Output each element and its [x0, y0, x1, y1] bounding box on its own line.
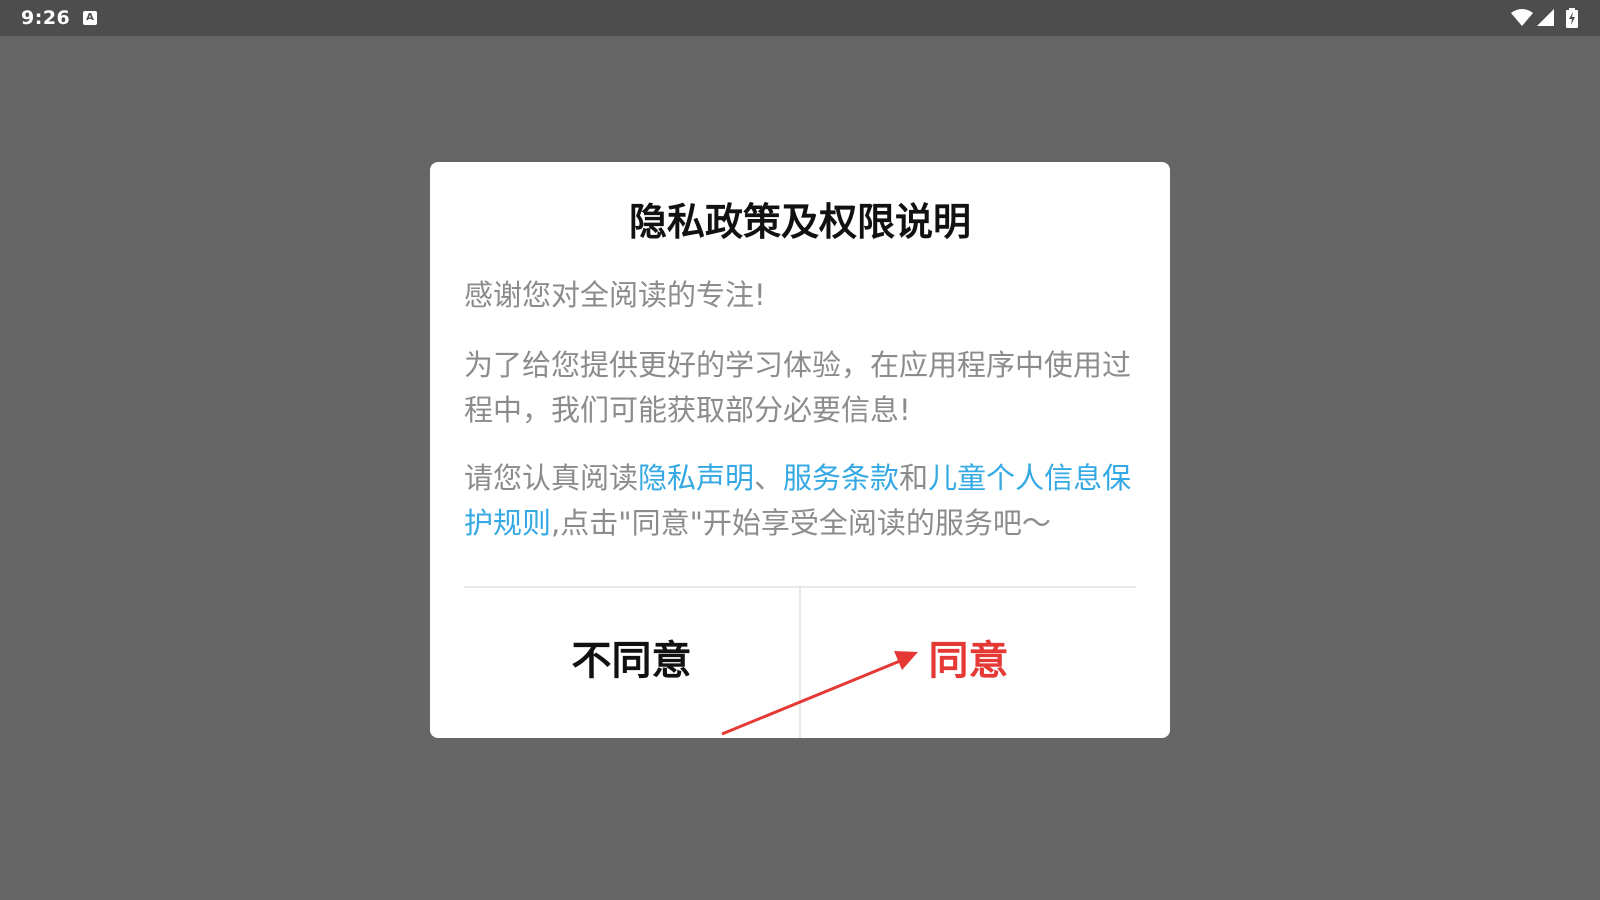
info-text: 为了给您提供更好的学习体验，在应用程序中使用过程中，我们可能获取部分必要信息!	[464, 348, 1132, 427]
cell-signal-icon	[1537, 9, 1554, 26]
terms-of-service-link[interactable]: 服务条款	[783, 461, 899, 495]
consent-separator-1: 、	[754, 461, 784, 495]
consent-separator-2: 和	[899, 461, 929, 495]
status-time: 9:26	[21, 7, 71, 29]
privacy-dialog: 隐私政策及权限说明 感谢您对全阅读的专注! 为了给您提供更好的学习体验，在应用程…	[430, 162, 1170, 738]
dialog-title: 隐私政策及权限说明	[628, 200, 971, 244]
wifi-icon	[1511, 9, 1533, 26]
consent-text: 请您认真阅读隐私声明、服务条款和儿童个人信息保护规则,点击"同意"开始享受全阅读…	[464, 456, 1136, 546]
consent-prefix: 请您认真阅读	[464, 461, 639, 495]
thanks-text: 感谢您对全阅读的专注!	[464, 278, 766, 312]
status-bar: 9:26 A	[0, 0, 1600, 36]
privacy-statement-link[interactable]: 隐私声明	[638, 461, 754, 495]
agree-button[interactable]: 同意	[801, 588, 1136, 726]
disagree-button[interactable]: 不同意	[464, 588, 799, 726]
consent-suffix: ,点击"同意"开始享受全阅读的服务吧～	[551, 506, 1051, 540]
keyboard-a-icon: A	[83, 11, 97, 25]
battery-charging-icon	[1566, 8, 1578, 28]
